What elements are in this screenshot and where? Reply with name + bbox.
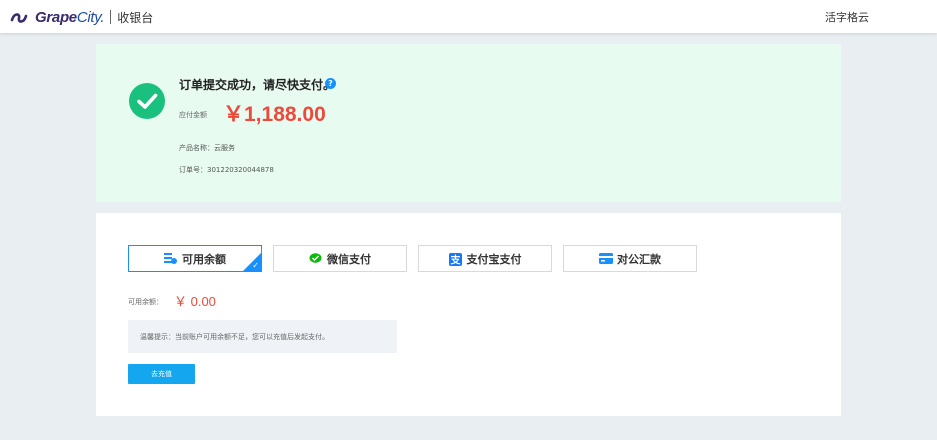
alipay-icon: 支 bbox=[448, 253, 462, 267]
payment-panel: 可用余额 ✓ 微信支付 支 支付宝支付 对公汇款 可用余额： ￥ 0.00 温馨… bbox=[96, 213, 841, 416]
product-value: 云服务 bbox=[214, 144, 235, 152]
tip-box: 温馨提示：当前账户可用余额不足，您可以充值后发起支付。 bbox=[128, 320, 397, 353]
method-alipay[interactable]: 支 支付宝支付 bbox=[418, 245, 552, 272]
balance-value: ￥ 0.00 bbox=[174, 294, 216, 309]
success-check-icon bbox=[129, 83, 165, 119]
method-alipay-label: 支付宝支付 bbox=[466, 252, 522, 266]
cashier-title: 收银台 bbox=[117, 10, 154, 25]
brand-name-part2: City. bbox=[76, 8, 105, 26]
method-wechat[interactable]: 微信支付 bbox=[273, 245, 407, 272]
bank-card-icon bbox=[599, 253, 613, 264]
top-bar: GrapeCity. 收银台 活字格云 bbox=[0, 0, 937, 33]
amount-value: ￥1,188.00 bbox=[223, 103, 326, 126]
balance-icon bbox=[164, 253, 177, 264]
brand-divider bbox=[110, 10, 112, 24]
user-name[interactable]: 活字格云 bbox=[825, 9, 869, 25]
product-label: 产品名称： bbox=[179, 144, 214, 152]
balance-label: 可用余额： bbox=[128, 298, 163, 306]
brand[interactable]: GrapeCity. 收银台 bbox=[9, 7, 153, 27]
help-icon[interactable]: ? bbox=[325, 78, 336, 89]
tip-text: 温馨提示：当前账户可用余额不足，您可以充值后发起支付。 bbox=[140, 333, 329, 341]
method-bank-transfer[interactable]: 对公汇款 bbox=[563, 245, 697, 272]
brand-name-part1: Grape bbox=[35, 8, 77, 26]
method-balance[interactable]: 可用余额 ✓ bbox=[128, 245, 262, 272]
recharge-button[interactable]: 去充值 bbox=[128, 364, 195, 384]
svg-text:支: 支 bbox=[449, 254, 461, 267]
order-success-panel: 订单提交成功，请尽快支付。 ? 应付金额 ￥1,188.00 产品名称：云服务 … bbox=[96, 44, 841, 202]
order-number: 301220320044878 bbox=[207, 166, 274, 174]
grapecity-logo-icon bbox=[9, 10, 29, 24]
selected-check-icon: ✓ bbox=[252, 261, 259, 270]
order-label: 订单号： bbox=[179, 166, 207, 174]
order-info: 订单号：301220320044878 bbox=[179, 165, 274, 175]
method-bank-transfer-label: 对公汇款 bbox=[617, 252, 661, 266]
brand-name: GrapeCity. bbox=[35, 8, 105, 26]
wechat-icon bbox=[309, 253, 322, 264]
product-info: 产品名称：云服务 bbox=[179, 143, 235, 153]
success-title: 订单提交成功，请尽快支付。 bbox=[179, 78, 336, 92]
amount-label: 应付金额 bbox=[179, 111, 207, 119]
method-wechat-label: 微信支付 bbox=[327, 252, 371, 266]
method-balance-label: 可用余额 bbox=[182, 252, 226, 266]
